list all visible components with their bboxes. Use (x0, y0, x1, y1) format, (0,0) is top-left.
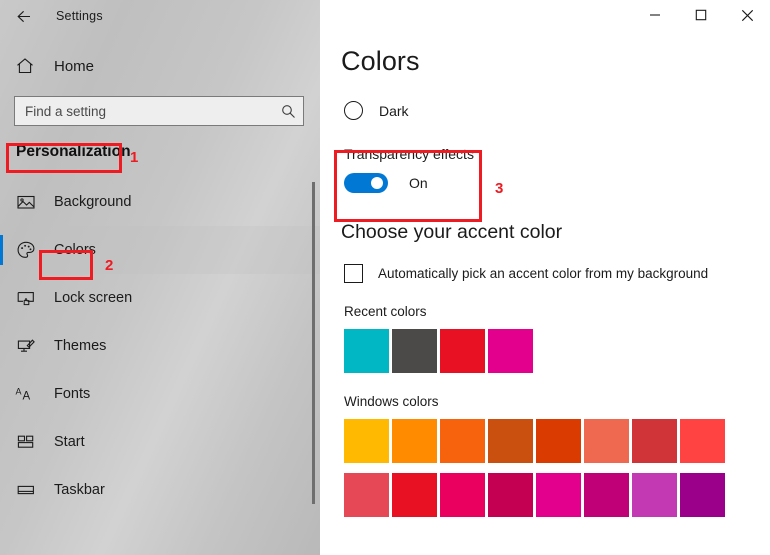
svg-text:A: A (23, 391, 31, 403)
search-box[interactable] (14, 96, 304, 126)
transparency-effects-toggle-row[interactable]: On (344, 173, 770, 193)
transparency-effects-toggle[interactable] (344, 173, 388, 193)
search-icon[interactable] (273, 97, 303, 125)
toggle-knob (371, 177, 383, 189)
sidebar-item-themes[interactable]: Themes (0, 322, 320, 370)
taskbar-icon (14, 478, 38, 502)
recent-color-swatch-1[interactable] (392, 329, 437, 373)
sidebar-item-background[interactable]: Background (0, 178, 320, 226)
sidebar-item-label-lock-screen: Lock screen (54, 290, 133, 306)
windows-color-swatch-r2-4[interactable] (536, 473, 581, 517)
minimize-button[interactable] (632, 0, 678, 30)
recent-color-swatch-2[interactable] (440, 329, 485, 373)
sidebar-item-label-themes: Themes (54, 338, 107, 354)
recent-colors-label: Recent colors (344, 304, 427, 319)
windows-color-swatch-r2-5[interactable] (584, 473, 629, 517)
lock-screen-icon (14, 286, 38, 310)
transparency-effects-state: On (409, 175, 428, 191)
windows-colors-row-1 (344, 419, 770, 463)
sidebar-titlebar: Settings (0, 0, 320, 32)
themes-brush-icon (14, 334, 38, 358)
windows-color-swatch-r1-3[interactable] (488, 419, 533, 463)
close-button[interactable] (724, 0, 770, 30)
sidebar-item-label-background: Background (54, 194, 132, 210)
windows-color-swatch-r2-1[interactable] (392, 473, 437, 517)
page-title: Colors (341, 46, 420, 76)
sidebar-item-label-start: Start (54, 434, 85, 450)
transparency-effects-label: Transparency effects (344, 146, 474, 162)
dark-radio-button[interactable] (344, 101, 363, 120)
windows-color-swatch-r1-5[interactable] (584, 419, 629, 463)
windows-colors-label: Windows colors (344, 394, 439, 409)
back-arrow-icon[interactable] (0, 0, 46, 32)
windows-colors-row-2 (344, 473, 770, 517)
auto-accent-label: Automatically pick an accent color from … (378, 266, 709, 281)
windows-color-swatch-r1-4[interactable] (536, 419, 581, 463)
palette-icon (14, 238, 38, 262)
sidebar-item-taskbar[interactable]: Taskbar (0, 466, 320, 514)
home-icon (14, 55, 36, 77)
windows-color-swatch-r1-1[interactable] (392, 419, 437, 463)
fonts-aa-icon: A A (14, 382, 38, 406)
sidebar-item-label-colors: Colors (54, 242, 96, 258)
windows-color-swatch-r2-3[interactable] (488, 473, 533, 517)
windows-color-swatch-r1-7[interactable] (680, 419, 725, 463)
settings-content: Colors Dark Transparency effects On Choo… (320, 0, 770, 555)
sidebar-item-label-taskbar: Taskbar (54, 482, 105, 498)
recent-color-swatch-3[interactable] (488, 329, 533, 373)
settings-window: Settings Home Personalization (0, 0, 770, 555)
sidebar-item-home[interactable]: Home (0, 46, 320, 86)
sidebar-scrollbar[interactable] (312, 182, 315, 504)
sidebar-item-lock-screen[interactable]: Lock screen (0, 274, 320, 322)
maximize-button[interactable] (678, 0, 724, 30)
windows-color-swatch-r2-0[interactable] (344, 473, 389, 517)
accent-color-heading: Choose your accent color (341, 221, 563, 243)
search-input[interactable] (15, 97, 273, 125)
recent-colors-row (344, 329, 770, 373)
windows-color-swatch-r2-7[interactable] (680, 473, 725, 517)
settings-sidebar: Settings Home Personalization (0, 0, 320, 555)
sidebar-nav-list: Background Colors Lock screen Themes A A… (0, 178, 320, 514)
windows-color-swatch-r2-6[interactable] (632, 473, 677, 517)
recent-color-swatch-0[interactable] (344, 329, 389, 373)
picture-icon (14, 190, 38, 214)
window-controls (632, 0, 770, 30)
personalization-heading: Personalization (16, 143, 131, 160)
windows-color-swatch-r2-2[interactable] (440, 473, 485, 517)
annotation-number-3: 3 (495, 180, 504, 197)
svg-text:A: A (16, 387, 22, 397)
windows-color-swatch-r1-0[interactable] (344, 419, 389, 463)
sidebar-item-colors[interactable]: Colors (0, 226, 320, 274)
windows-color-swatch-r1-2[interactable] (440, 419, 485, 463)
sidebar-item-label-home: Home (54, 57, 95, 75)
dark-radio-label: Dark (379, 102, 409, 119)
window-title: Settings (56, 9, 103, 23)
start-tiles-icon (14, 430, 38, 454)
sidebar-item-start[interactable]: Start (0, 418, 320, 466)
auto-accent-checkbox-row[interactable]: Automatically pick an accent color from … (344, 264, 770, 283)
sidebar-item-label-fonts: Fonts (54, 386, 91, 402)
annotation-number-1: 1 (130, 149, 139, 166)
sidebar-item-fonts[interactable]: A A Fonts (0, 370, 320, 418)
dark-mode-radio-row[interactable]: Dark (344, 101, 770, 120)
windows-color-swatch-r1-6[interactable] (632, 419, 677, 463)
annotation-number-2: 2 (105, 257, 114, 274)
auto-accent-checkbox[interactable] (344, 264, 363, 283)
